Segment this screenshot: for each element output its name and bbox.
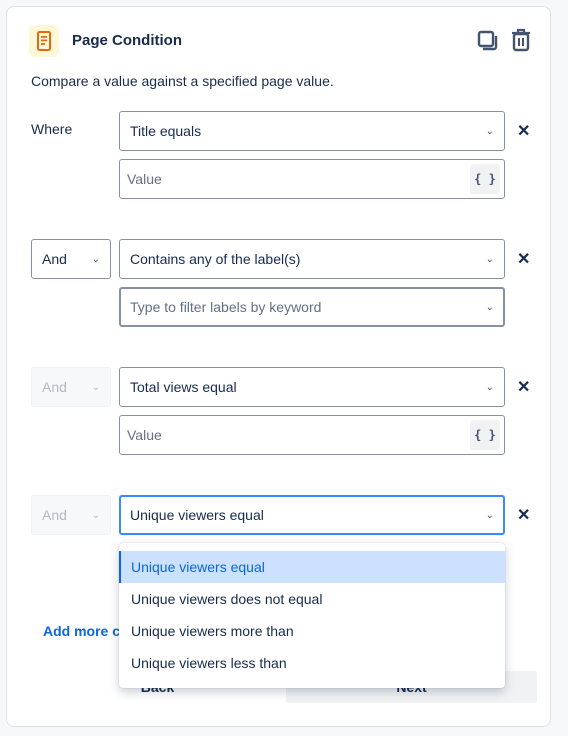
select-value: Unique viewers equal — [130, 507, 264, 523]
field-dropdown-menu: Unique viewers equal Unique viewers does… — [119, 543, 505, 688]
chevron-down-icon: ⌄ — [91, 381, 100, 393]
select-value: Contains any of the label(s) — [130, 251, 301, 267]
remove-condition-2-close-icon[interactable]: ✕ — [517, 249, 530, 269]
connector-select-4: And ⌄ — [31, 495, 111, 535]
select-value: Title equals — [130, 123, 202, 139]
value-input-1[interactable]: Value { } — [119, 159, 505, 199]
placeholder: Value — [127, 171, 162, 187]
chevron-down-icon: ⌄ — [485, 381, 494, 393]
variable-braces-button[interactable]: { } — [470, 420, 500, 450]
value-input-3[interactable]: Value { } — [119, 415, 505, 455]
chevron-down-icon: ⌄ — [485, 301, 494, 313]
page-title: Page Condition — [72, 32, 182, 49]
chevron-down-icon: ⌄ — [91, 509, 100, 521]
select-value: And — [42, 251, 67, 267]
field-select-1[interactable]: Title equals ⌄ — [119, 111, 505, 151]
variable-braces-button[interactable]: { } — [470, 164, 500, 194]
select-value: And — [42, 507, 67, 523]
dropdown-option[interactable]: Unique viewers more than — [119, 615, 505, 647]
placeholder: Value — [127, 427, 162, 443]
chevron-down-icon: ⌄ — [485, 509, 494, 521]
field-select-2[interactable]: Contains any of the label(s) ⌄ — [119, 239, 505, 279]
select-value: And — [42, 379, 67, 395]
placeholder: Type to filter labels by keyword — [130, 299, 322, 315]
page-document-icon — [29, 25, 59, 57]
dropdown-option[interactable]: Unique viewers equal — [119, 551, 505, 583]
field-select-3[interactable]: Total views equal ⌄ — [119, 367, 505, 407]
trash-icon[interactable] — [510, 28, 532, 57]
label-filter-input[interactable]: Type to filter labels by keyword ⌄ — [119, 287, 505, 327]
dropdown-option[interactable]: Unique viewers does not equal — [119, 583, 505, 615]
remove-condition-1-close-icon[interactable]: ✕ — [517, 121, 530, 141]
remove-condition-4-close-icon[interactable]: ✕ — [517, 505, 530, 525]
chevron-down-icon: ⌄ — [485, 125, 494, 137]
select-value: Total views equal — [130, 379, 237, 395]
remove-condition-3-close-icon[interactable]: ✕ — [517, 377, 530, 397]
copy-icon[interactable] — [477, 30, 499, 57]
dropdown-option[interactable]: Unique viewers less than — [119, 647, 505, 679]
connector-select-2[interactable]: And ⌄ — [31, 239, 111, 279]
connector-where: Where — [31, 121, 73, 137]
connector-select-3: And ⌄ — [31, 367, 111, 407]
description: Compare a value against a specified page… — [31, 73, 334, 89]
chevron-down-icon: ⌄ — [91, 253, 100, 265]
field-select-4[interactable]: Unique viewers equal ⌄ — [119, 495, 505, 535]
chevron-down-icon: ⌄ — [485, 253, 494, 265]
